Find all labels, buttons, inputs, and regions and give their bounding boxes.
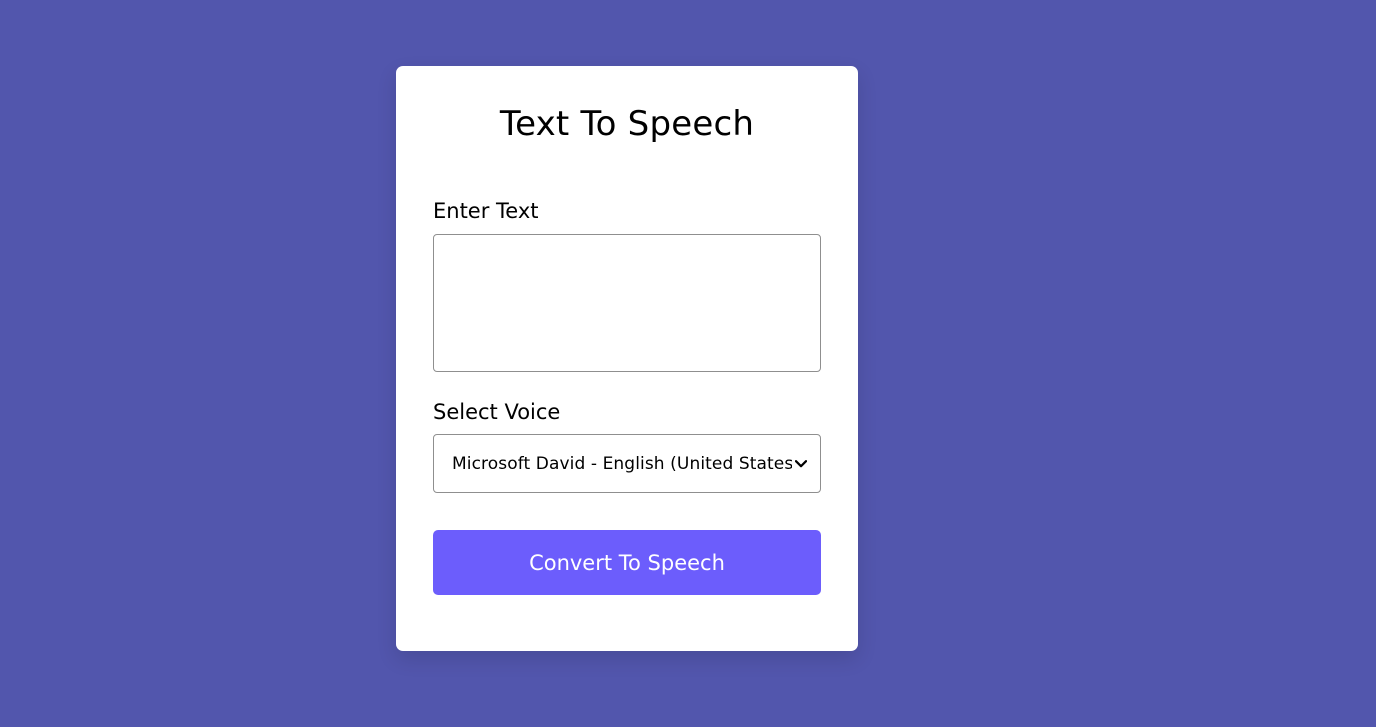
page-title: Text To Speech: [499, 104, 755, 144]
voice-select[interactable]: Microsoft David - English (United States…: [433, 434, 821, 493]
text-input[interactable]: [433, 234, 821, 372]
convert-to-speech-button[interactable]: Convert To Speech: [433, 530, 821, 595]
voice-select-value: Microsoft David - English (United States…: [452, 453, 792, 474]
enter-text-label: Enter Text: [433, 199, 539, 223]
select-voice-label: Select Voice: [433, 400, 561, 424]
chevron-down-icon: [794, 457, 808, 471]
tts-card: Text To Speech Enter Text Select Voice M…: [396, 66, 858, 651]
